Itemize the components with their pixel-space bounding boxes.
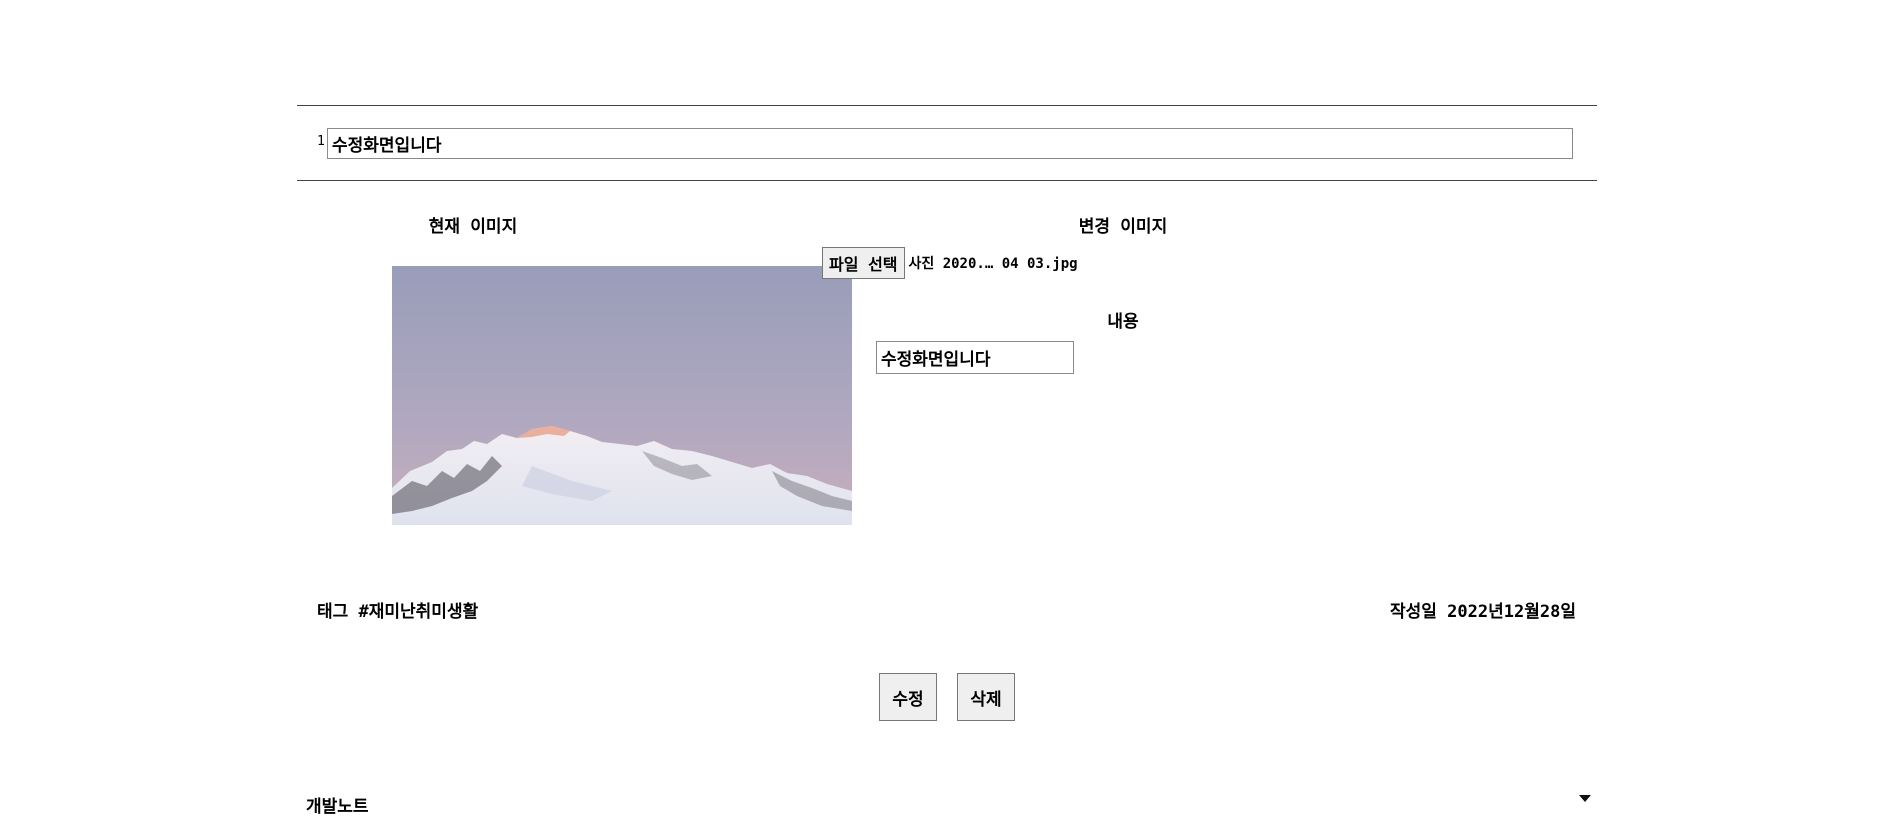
change-image-heading: 변경 이미지 bbox=[1078, 217, 1168, 237]
mountain-photo bbox=[392, 266, 852, 525]
content-input[interactable] bbox=[876, 341, 1074, 374]
dev-note-heading: 개발노트 bbox=[306, 797, 369, 817]
title-input[interactable] bbox=[327, 128, 1573, 159]
file-select-button[interactable]: 파일 선택 bbox=[822, 247, 905, 279]
created-date: 작성일 2022년12월28일 bbox=[1390, 602, 1576, 622]
title-row: 1 bbox=[317, 127, 1577, 160]
post-number: 1 bbox=[317, 134, 325, 149]
file-picker: 파일 선택 사진 2020.… 04 03.jpg bbox=[822, 247, 1078, 279]
bottom-divider bbox=[297, 180, 1597, 181]
delete-button[interactable]: 삭제 bbox=[957, 673, 1015, 721]
top-divider bbox=[297, 105, 1597, 106]
chevron-down-icon[interactable] bbox=[1579, 795, 1591, 802]
selected-file-name: 사진 2020.… 04 03.jpg bbox=[908, 256, 1078, 272]
content-label: 내용 bbox=[1107, 312, 1139, 332]
edit-button[interactable]: 수정 bbox=[879, 673, 937, 721]
tag-line: 태그 #재미난취미생활 bbox=[317, 602, 479, 622]
current-image bbox=[392, 266, 852, 525]
current-image-heading: 현재 이미지 bbox=[428, 217, 518, 237]
